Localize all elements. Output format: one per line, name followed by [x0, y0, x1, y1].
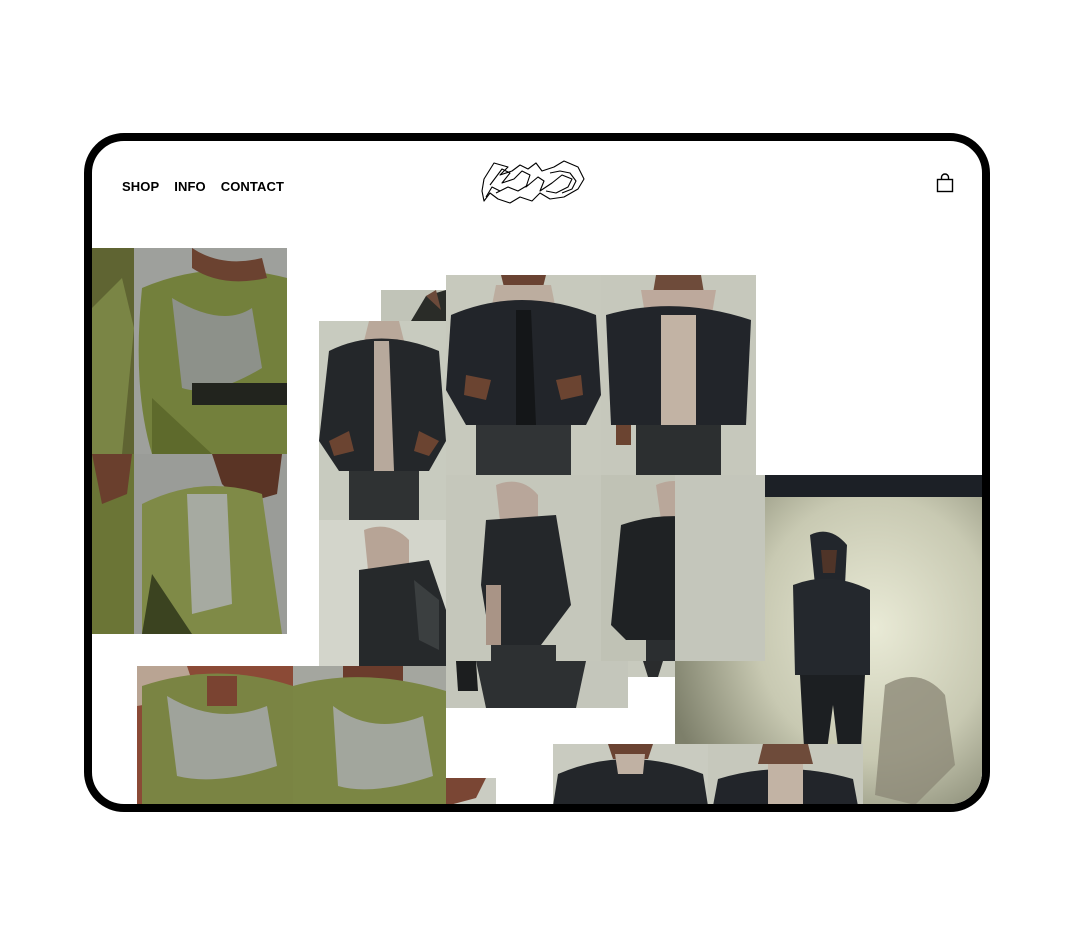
hoodie-side-profile-photo[interactable] — [446, 475, 601, 661]
nav-info-link[interactable]: INFO — [174, 179, 205, 194]
hand-crop-photo[interactable] — [628, 661, 675, 677]
jacket-front-bottom-crop-photo[interactable] — [553, 744, 708, 804]
hoodie-side-crop-photo[interactable] — [319, 520, 446, 666]
shopping-bag-icon[interactable] — [936, 173, 954, 193]
jersey-back-closeup-photo[interactable] — [293, 666, 446, 804]
pants-crop-photo[interactable] — [446, 661, 628, 708]
graffiti-logo-icon[interactable] — [480, 157, 588, 207]
jersey-back-photo[interactable] — [137, 666, 293, 804]
jacket-hands-on-hips-photo[interactable] — [446, 275, 601, 475]
jacket-hoodie-front-photo[interactable] — [601, 275, 756, 475]
jacket-front-photo[interactable] — [319, 321, 446, 520]
nav-shop-link[interactable]: SHOP — [122, 179, 159, 194]
jersey-shoulder-photo[interactable] — [92, 248, 287, 454]
main-nav: SHOP INFO CONTACT — [122, 179, 284, 194]
jersey-profile-photo[interactable] — [92, 454, 287, 634]
nav-contact-link[interactable]: CONTACT — [221, 179, 284, 194]
jacket-hoodie-bottom-crop-photo[interactable] — [708, 744, 863, 804]
arm-crop-photo[interactable] — [446, 778, 496, 804]
hood-top-crop-photo[interactable] — [381, 290, 446, 321]
tablet-frame: SHOP INFO CONTACT — [84, 133, 990, 812]
